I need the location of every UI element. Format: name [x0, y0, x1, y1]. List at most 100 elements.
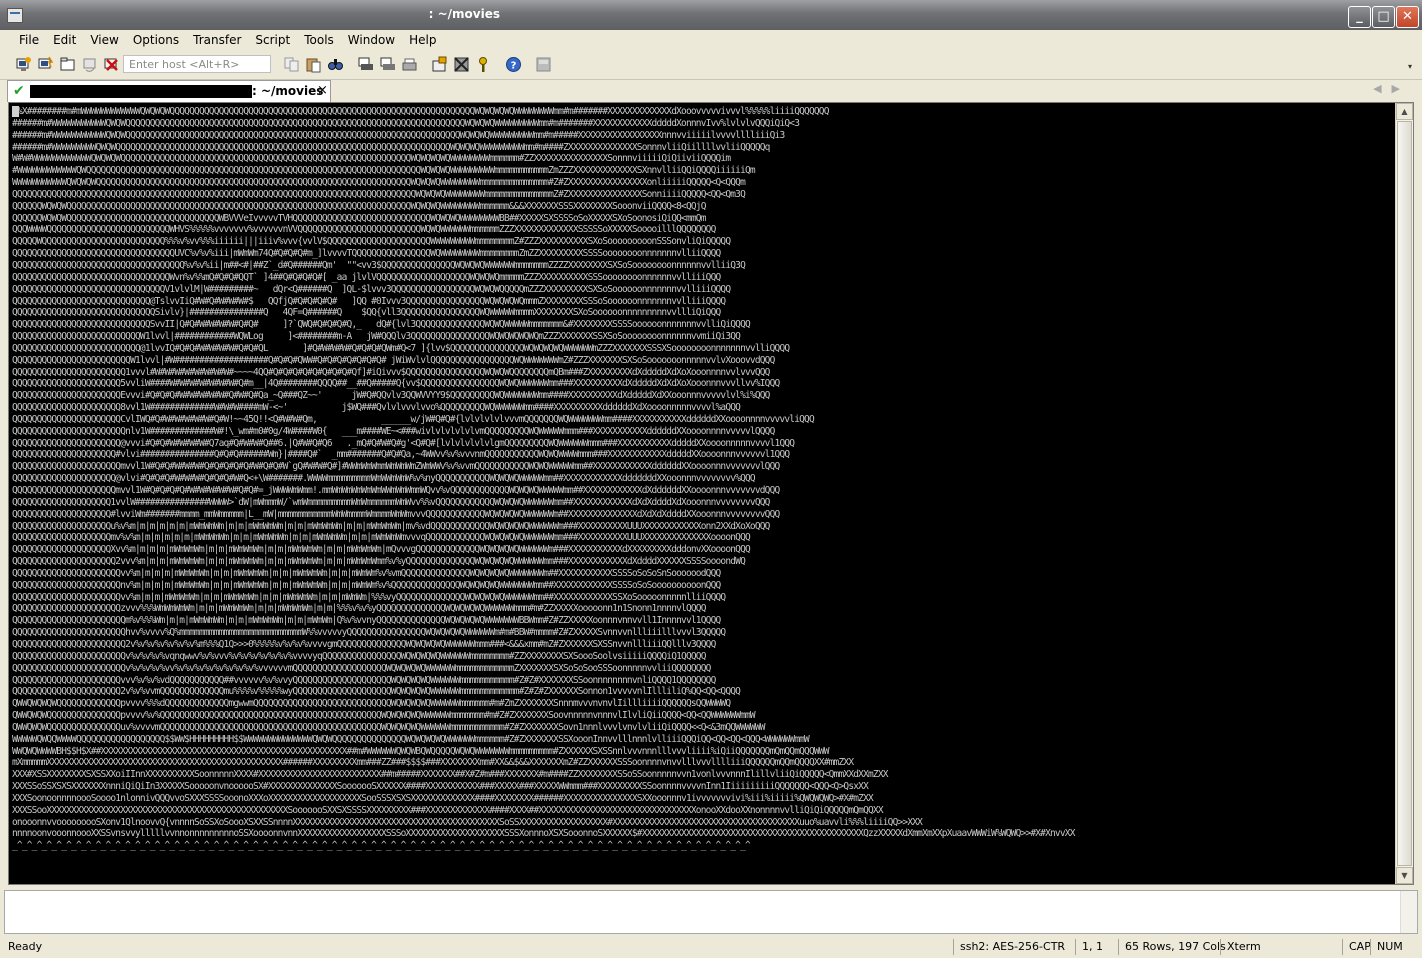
- terminal-line: QQQQQQQQQQQQQQQQQQQQQQQ1vvvl#W#W#W#W#W#W…: [12, 366, 770, 378]
- session-tab[interactable]: ✔ : ~/movies ×: [7, 80, 331, 102]
- terminal-line: QQQQQQQQQQQQQQQQQQQQQQnv%m|m|m|m|mWmWmWm…: [12, 579, 721, 591]
- terminal-line: QQQQQQQQQQQQQQQQQQQQQQQnlv1W############…: [12, 425, 775, 437]
- status-ready: Ready: [8, 940, 43, 953]
- minimize-button[interactable]: _: [1348, 6, 1371, 28]
- terminal-line: ######m#WWWWWWWWWWWQWQWQQQQQQQQQQQQQQQQQ…: [12, 129, 785, 141]
- terminal-line: QQQQQQQQQQQQQQQQQQQQQQvvv%v%v%vdQQQQQQQQ…: [12, 674, 716, 686]
- global-options-icon[interactable]: [453, 56, 470, 73]
- terminal-line: nnnnoonvooonnoooXXSSvnsvvylllllvvnnonnnn…: [12, 828, 1075, 840]
- menu-window[interactable]: Window: [341, 30, 402, 47]
- terminal-cursor: [12, 106, 19, 117]
- tab-close-icon[interactable]: ×: [317, 83, 328, 98]
- menu-options[interactable]: Options: [126, 30, 186, 47]
- terminal-line: QQQQQQQQQQQQQQQQQQQQQQEvvvi#Q#Q#Q#W#W#W#…: [12, 390, 770, 402]
- command-window-scrollbar[interactable]: [1400, 891, 1417, 933]
- status-bar: Ready ssh2: AES-256-CTR 1, 1 65 Rows, 19…: [0, 936, 1422, 958]
- print-icon[interactable]: [357, 56, 374, 73]
- terminal-line: QQQQQQQQQQQQQQQQQQQQQQQQQQQQSvvII|Q#Q#W#…: [12, 319, 751, 331]
- terminal-line: QQQQQQQQQQQQQQQQQQQQQQQQQQQQQQQQWvn%v%%m…: [12, 271, 721, 283]
- scroll-down-icon[interactable]: ▼: [1396, 867, 1413, 884]
- terminal-line: QQQQQQQQQQQQQQQQQQQQQQQv%v%v%v%vqnqwwv%v…: [12, 650, 706, 662]
- copy-icon[interactable]: [283, 56, 300, 73]
- print-selection-icon[interactable]: [379, 56, 396, 73]
- terminal-line: QQQQQQQQQQQQQQQQQQQQu%v%m|m|m|m|m|m|mWmW…: [12, 520, 770, 532]
- terminal-line: QQQQQQQQQQQQQQQQQQQQmv%v%m|m|m|m|m|m|mWm…: [12, 532, 751, 544]
- terminal-line: QQQQQQQQQQQQQQQQQQQQQQQQQQQQQSivlv}|####…: [12, 307, 721, 319]
- menu-edit[interactable]: Edit: [46, 30, 83, 47]
- terminal-line: QQQQQWQQQQQQQQQQQQQQQQQQQQQQQQQ%%%v%vv%%…: [12, 236, 731, 248]
- menu-transfer[interactable]: Transfer: [186, 30, 248, 47]
- terminal-line: XXXSoonoonnnnoooSoooo1nlonnivQQQvvoSXXXS…: [12, 792, 874, 804]
- sftp-icon[interactable]: [535, 56, 552, 73]
- terminal-line: W#W#WWWWWWWWWWWWQWQWQWQQQQQQQQQQQQQQQQQQ…: [12, 153, 731, 165]
- menu-view[interactable]: View: [83, 30, 125, 47]
- connected-status-icon: ✔: [13, 83, 25, 99]
- menu-help[interactable]: Help: [402, 30, 443, 47]
- terminal-line: X%X########m#mWWWWWWWWWWWWQWQWQWQQQQQQQQ…: [12, 106, 829, 117]
- close-button[interactable]: ✕: [1396, 6, 1419, 28]
- terminal-line: QQQQQQQQQQQQQQQQQQQQQ2vvv%m|m|m|mWmWmWm|…: [12, 556, 746, 568]
- terminal-line: XXXSSooXXXXXXXXXXXXXXXXXXXXXXXXXXXXXXXXX…: [12, 804, 884, 816]
- terminal-line: QQQQQQQQQQQQQQQQQQQQQQmvvl1W#Q#Q#W#W#W#Q…: [12, 461, 780, 473]
- terminal-line: QQQQQQQQQQQQQQQQQQQQQQQQQQQQ@TslvvIiQ#W#…: [12, 295, 726, 307]
- terminal-line: ######m#WWWWWWWWWWWQWQWQQQQQQQQQQQQQQQQQ…: [12, 117, 800, 129]
- keymap-icon[interactable]: [475, 56, 492, 73]
- terminal-line: QQQQQQQQQQQQQQQQQQQQQQ@vvvi#Q#Q#W#W#W#W#…: [12, 437, 795, 449]
- terminal-line: QQQQQQWQWQWQQQQQQQQQQQQQQQQQQQQQQQQQQQQQ…: [12, 200, 706, 212]
- terminal-line: QQQQQQQQQQQQQQQQQQQQQQQQQQW1lvvl|#######…: [12, 331, 741, 343]
- tab-label: : ~/movies: [252, 84, 324, 98]
- tab-scroll-arrows-icon[interactable]: ◀▶: [1373, 82, 1410, 95]
- terminal-line: QQQQQQQQQQQQQQQQQQQQ#lvviWm#######mmmm_m…: [12, 508, 780, 520]
- menu-bar: File Edit View Options Transfer Script Tools Wi…: [0, 30, 1422, 52]
- quick-connect-icon[interactable]: [37, 56, 54, 73]
- menu-file[interactable]: File: [12, 30, 46, 47]
- status-caps-lock: CAP: [1342, 939, 1373, 955]
- scroll-up-icon[interactable]: ▲: [1396, 103, 1413, 120]
- terminal-screen[interactable]: X%X########m#mWWWWWWWWWWWWQWQWQWQQQQQQQQ…: [12, 106, 1393, 881]
- terminal-line: QQQQQQQQQQQQQQQQQQQQQQQQQQ@1lvvIQ#Q#Q#W#…: [12, 342, 790, 354]
- paste-icon[interactable]: [305, 56, 322, 73]
- maximize-button[interactable]: □: [1372, 6, 1395, 28]
- session-options-icon[interactable]: [431, 56, 448, 73]
- terminal-line: QQQQQQQQQQQQQQQQQQQQQQQQQQQQQQQQQUVC%v%v…: [12, 248, 721, 260]
- terminal-line: #WWWWWWWWWWWWQWQQQQQQQQQQQQQQQQQQQQQQQQQ…: [12, 165, 756, 177]
- terminal-line: QQQWWWWQQQQQQQQQQQQQQQQQQQQQQQQQWHVS%%%%…: [12, 224, 716, 236]
- disconnect-icon[interactable]: [103, 56, 120, 73]
- terminal-line: QQQQQQQQQQQQQQQQQQQQQ#vlvi##############…: [12, 449, 790, 461]
- status-cipher: ssh2: AES-256-CTR: [953, 939, 1075, 955]
- tab-bar: ✔ : ~/movies × ◀▶: [0, 80, 1422, 102]
- terminal-line: QQQQQQQQQQQQQQQQQQQQQQQhvv%vvvv%Q%mmmmmm…: [12, 627, 726, 639]
- find-icon[interactable]: [327, 56, 344, 73]
- menu-tools[interactable]: Tools: [297, 30, 341, 47]
- terminal-line: QQQQQQQQQQQQQQQQQQQQQQCvlIWQ#Q#W#W#W#W#W…: [12, 413, 815, 425]
- help-icon[interactable]: ?: [505, 56, 522, 73]
- connect-icon[interactable]: [15, 56, 32, 73]
- terminal-line: WWQWQWWWWBH$$H$X##XXXXXXXXXXXXXXXXXXXXXX…: [12, 745, 829, 757]
- connect-in-tab-icon[interactable]: [59, 56, 76, 73]
- terminal-line: QQQQQQQQQQQQQQQQQQQQQmvvl1W#Q#Q#Q#Q#W#W#…: [12, 485, 780, 496]
- command-window[interactable]: [4, 890, 1418, 934]
- status-num-lock: NUM: [1370, 939, 1403, 955]
- terminal-line: QQQQQQQQQQQQQQQQQQQQQQvv%m|m|m|mWmWmWm|m…: [12, 591, 726, 603]
- reconnect-icon[interactable]: [81, 56, 98, 73]
- scrollbar-thumb[interactable]: [1397, 121, 1412, 866]
- menu-script[interactable]: Script: [248, 30, 297, 47]
- terminal-line: QQQQQQQQQQQQQQQQQQQQQQQ2v%v%v%v%v%v%v%m%…: [12, 638, 716, 650]
- terminal-line: QQQQQQQQQQQQQQQQQQQQ1vvlW###############…: [12, 496, 770, 508]
- terminal-line: WWWWWWWWWWWQWQWQWQQQQQQQQQQQQQQQQQQQQQQQ…: [12, 177, 746, 189]
- terminal-line: QQQQQQQQQQQQQQQQQQQQQQ8vvl1W############…: [12, 402, 741, 414]
- host-input[interactable]: Enter host <Alt+R>: [123, 55, 271, 73]
- terminal-line: QQQQQQQQQQQQQQQQQQQQQQQv%v%v%v%vv%v%v%v%…: [12, 662, 711, 674]
- toolbar-overflow-icon[interactable]: ▾: [1408, 62, 1412, 71]
- terminal-line: XXX#XSSXXXXXXXXSXSSXXoiIInnXXXXXXXXXXSoo…: [12, 769, 888, 781]
- terminal-line: QQQQQQQQQQQQQQQQQQQQXvv%m|m|m|m|mWmWmWm|…: [12, 544, 751, 556]
- terminal-line: mXmmmmmXXXXXXXXXXXXXXXXXXXXXXXXXXXXXXXXX…: [12, 757, 854, 769]
- status-terminal-type: Xterm: [1220, 939, 1337, 955]
- terminal-line: QQQQQQQQQQQQQQQQQQQQQQvv%m|m|m|m|mWmWmWm…: [12, 567, 721, 579]
- print-screen-icon[interactable]: [401, 56, 418, 73]
- terminal-line: QQQQQQQQQQQQQQQQQQQQQQQm%v%%%Wm|m|m|mWmW…: [12, 615, 721, 627]
- svg-text:?: ?: [511, 61, 517, 72]
- window-title: : ~/movies: [428, 7, 500, 21]
- terminal-line: XXXSSoSSXSXSXXXXXXXnnniQiQiIn3XXXXXSoooo…: [12, 781, 869, 793]
- terminal-scrollbar[interactable]: ▲ ▼: [1395, 103, 1413, 884]
